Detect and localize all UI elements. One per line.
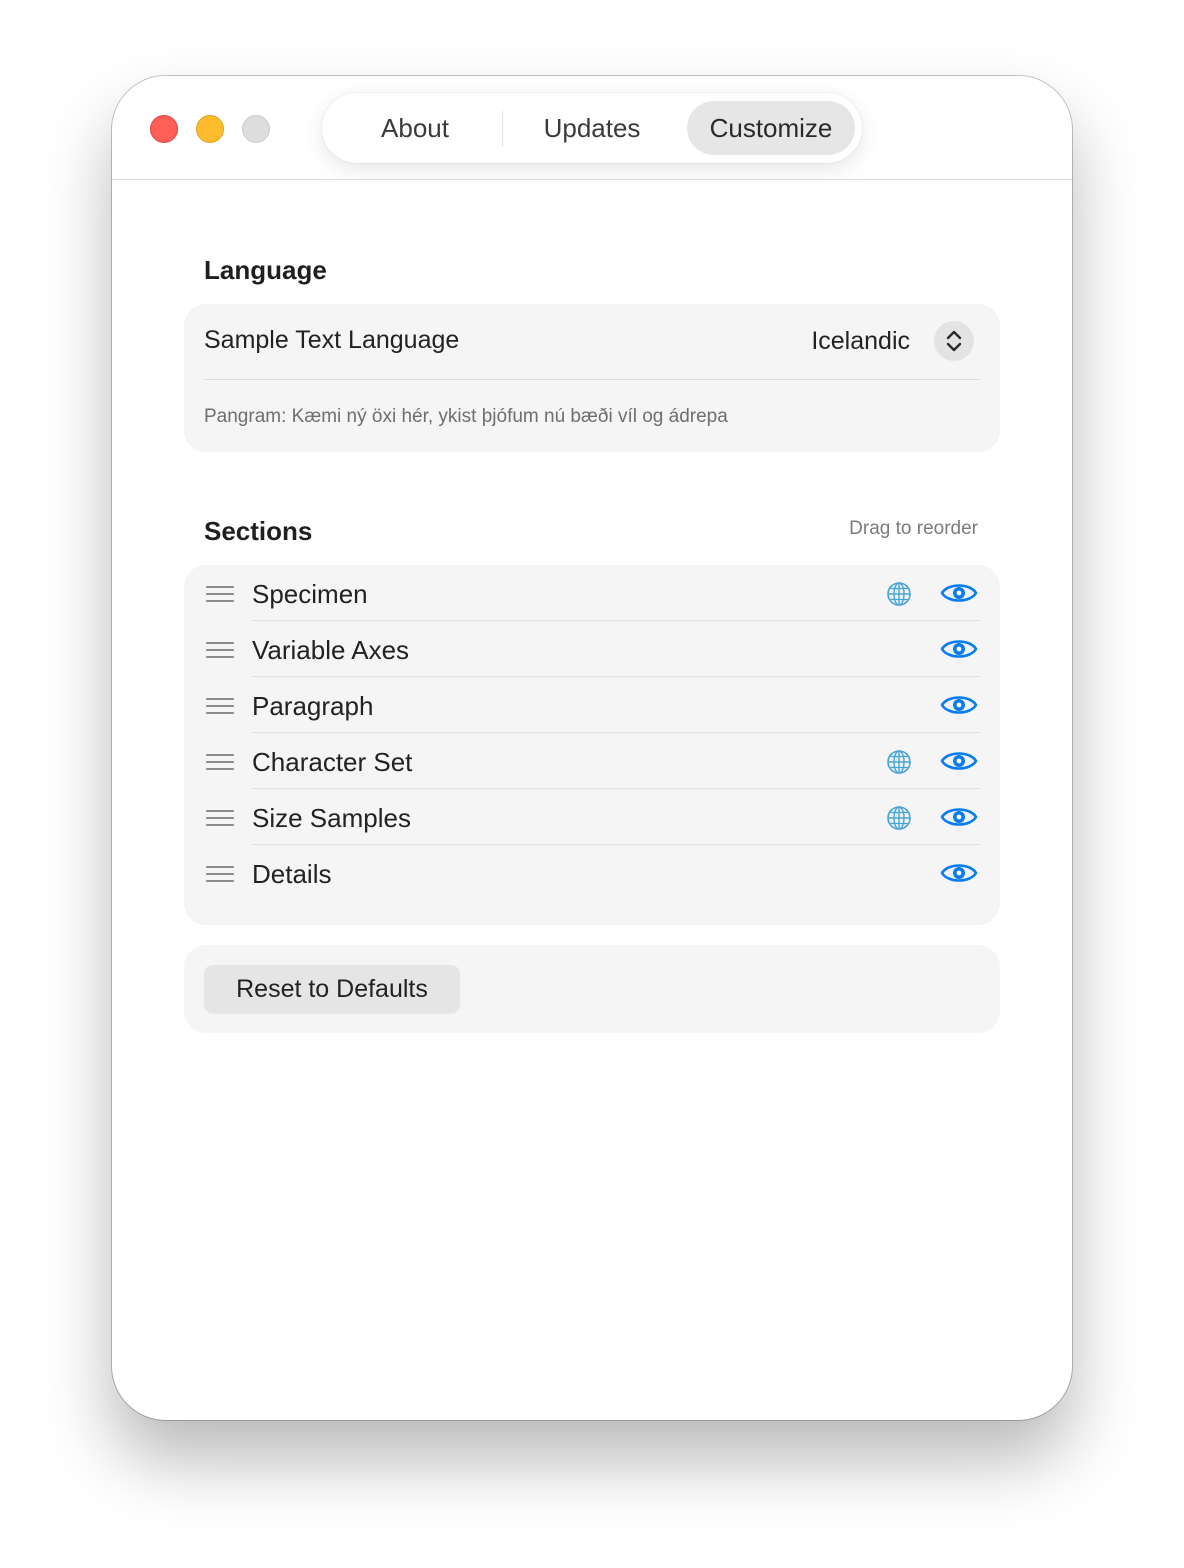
- language-heading: Language: [204, 255, 327, 285]
- tab-customize[interactable]: Customize: [687, 101, 855, 155]
- drag-to-reorder-hint: Drag to reorder: [849, 518, 978, 539]
- tab-about[interactable]: About: [344, 101, 486, 155]
- globe-icon: [887, 582, 911, 606]
- drag-handle-icon[interactable]: [206, 698, 234, 714]
- minimize-button[interactable]: [196, 115, 224, 143]
- language-panel: Sample Text Language Icelandic Pangram: …: [184, 304, 1000, 452]
- eye-icon[interactable]: [940, 748, 978, 774]
- section-row-size-samples[interactable]: Size Samples: [184, 789, 1000, 845]
- drag-handle-icon[interactable]: [206, 866, 234, 882]
- tab-updates[interactable]: Updates: [506, 101, 678, 155]
- section-row-character-set[interactable]: Character Set: [184, 733, 1000, 789]
- pangram-text: Pangram: Kæmi ný öxi hér, ykist þjófum n…: [204, 406, 728, 427]
- drag-handle-icon[interactable]: [206, 810, 234, 826]
- eye-icon[interactable]: [940, 580, 978, 606]
- divider: [204, 379, 980, 380]
- eye-icon[interactable]: [940, 636, 978, 662]
- section-label: Variable Axes: [252, 635, 410, 665]
- sections-heading: Sections: [204, 516, 313, 546]
- close-button[interactable]: [150, 115, 178, 143]
- section-row-variable-axes[interactable]: Variable Axes: [184, 621, 1000, 677]
- section-label: Character Set: [252, 747, 413, 777]
- sample-text-language-label: Sample Text Language: [204, 326, 460, 354]
- drag-handle-icon[interactable]: [206, 642, 234, 658]
- globe-icon: [887, 750, 911, 774]
- customize-window: About Updates Customize Language Sample …: [112, 76, 1072, 1420]
- tab-bar: About Updates Customize: [322, 93, 862, 163]
- eye-icon[interactable]: [940, 860, 978, 886]
- section-row-paragraph[interactable]: Paragraph: [184, 677, 1000, 733]
- section-label: Details: [252, 859, 332, 889]
- titlebar: About Updates Customize: [112, 76, 1072, 180]
- sections-list: Specimen Variable Axes Paragraph Charact…: [184, 565, 1000, 925]
- section-label: Paragraph: [252, 691, 374, 721]
- language-select-value[interactable]: Icelandic: [811, 327, 910, 356]
- eye-icon[interactable]: [940, 692, 978, 718]
- section-label: Size Samples: [252, 803, 411, 833]
- section-row-details[interactable]: Details: [184, 845, 1000, 901]
- chevron-up-down-icon: [946, 330, 962, 352]
- language-select-stepper[interactable]: [934, 321, 974, 361]
- drag-handle-icon[interactable]: [206, 586, 234, 602]
- reset-panel: Reset to Defaults: [184, 945, 1000, 1033]
- section-label: Specimen: [252, 579, 368, 609]
- reset-to-defaults-button[interactable]: Reset to Defaults: [204, 965, 460, 1013]
- globe-icon: [887, 806, 911, 830]
- drag-handle-icon[interactable]: [206, 754, 234, 770]
- section-row-specimen[interactable]: Specimen: [184, 565, 1000, 621]
- eye-icon[interactable]: [940, 804, 978, 830]
- zoom-button[interactable]: [242, 115, 270, 143]
- tab-divider: [502, 111, 503, 147]
